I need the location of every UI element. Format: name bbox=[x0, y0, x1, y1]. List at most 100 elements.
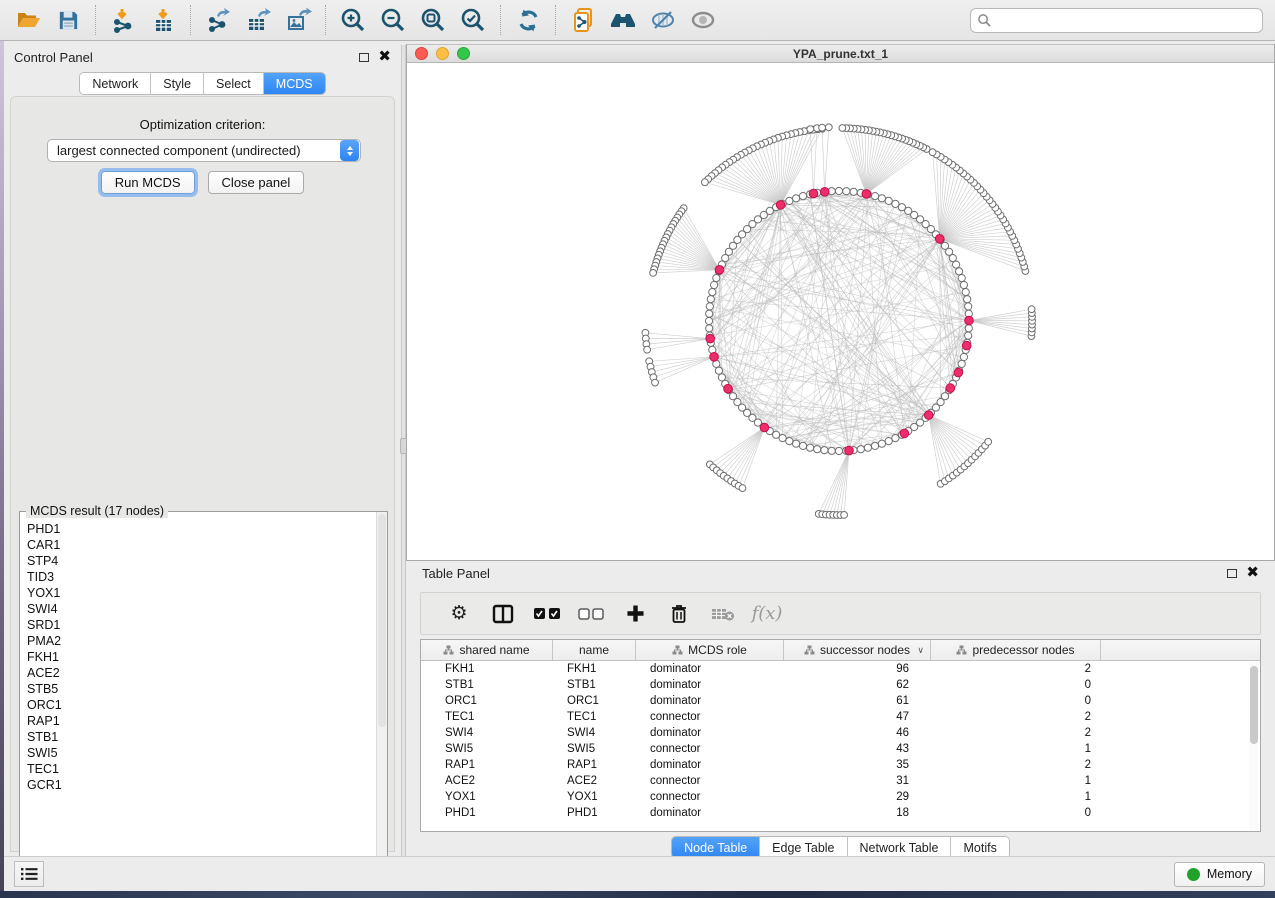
select-all-button[interactable] bbox=[525, 607, 569, 620]
function-builder-button[interactable]: f(x) bbox=[745, 603, 789, 624]
close-panel-icon[interactable]: ✖ bbox=[378, 52, 391, 62]
zoom-fit-button[interactable] bbox=[413, 3, 453, 37]
table-panel: Table Panel ✖ ⚙ bbox=[406, 561, 1275, 856]
table-panel-title: Table Panel bbox=[422, 566, 490, 581]
tab-node-table[interactable]: Node Table bbox=[672, 837, 760, 858]
run-mcds-button[interactable]: Run MCDS bbox=[101, 171, 195, 194]
tab-edge-table[interactable]: Edge Table bbox=[760, 837, 847, 858]
mcds-result-item[interactable]: YOX1 bbox=[27, 585, 375, 601]
delete-column-button[interactable] bbox=[657, 603, 701, 624]
table-row[interactable]: STB1STB1dominator620 bbox=[421, 677, 1260, 693]
table-row[interactable]: FKH1FKH1dominator962 bbox=[421, 661, 1260, 677]
show-columns-button[interactable] bbox=[481, 604, 525, 624]
columns-icon bbox=[492, 604, 514, 624]
mcds-result-item[interactable]: FKH1 bbox=[27, 649, 375, 665]
first-neighbors-button[interactable] bbox=[603, 3, 643, 37]
toolbar-separator bbox=[555, 5, 556, 35]
table-row[interactable]: YOX1YOX1connector291 bbox=[421, 789, 1260, 805]
delete-table-button[interactable] bbox=[701, 606, 745, 622]
tab-mcds[interactable]: MCDS bbox=[264, 73, 325, 94]
tab-select[interactable]: Select bbox=[204, 73, 264, 94]
mcds-result-item[interactable]: TID3 bbox=[27, 569, 375, 585]
add-column-button[interactable] bbox=[613, 604, 657, 623]
deselect-all-button[interactable] bbox=[569, 608, 613, 620]
network-window-titlebar[interactable]: YPA_prune.txt_1 bbox=[407, 44, 1274, 63]
mcds-result-item[interactable]: STB5 bbox=[27, 681, 375, 697]
export-network-button[interactable] bbox=[198, 3, 238, 37]
network-graph[interactable] bbox=[407, 63, 1274, 559]
show-all-button[interactable] bbox=[683, 3, 723, 37]
table-cell: 61 bbox=[784, 695, 931, 707]
close-panel-icon[interactable]: ✖ bbox=[1246, 568, 1259, 578]
namespace-icon bbox=[956, 645, 967, 655]
mcds-result-item[interactable]: PHD1 bbox=[27, 521, 375, 537]
namespace-icon bbox=[443, 645, 454, 655]
mcds-result-item[interactable]: ORC1 bbox=[27, 697, 375, 713]
column-header-successor-nodes[interactable]: successor nodes∨ bbox=[784, 640, 931, 660]
mcds-result-item[interactable]: GCR1 bbox=[27, 777, 375, 793]
hide-selected-button[interactable] bbox=[643, 3, 683, 37]
tab-network-table[interactable]: Network Table bbox=[848, 837, 952, 858]
mcds-result-list[interactable]: PHD1CAR1STP4TID3YOX1SWI4SRD1PMA2FKH1ACE2… bbox=[21, 515, 375, 879]
network-from-selection-button[interactable] bbox=[563, 3, 603, 37]
memory-button[interactable]: Memory bbox=[1174, 862, 1265, 887]
column-header-MCDS-role[interactable]: MCDS role bbox=[636, 640, 784, 660]
mcds-result-item[interactable]: SWI5 bbox=[27, 745, 375, 761]
mcds-result-item[interactable]: STB1 bbox=[27, 729, 375, 745]
optimization-criterion-select[interactable]: largest connected component (undirected) bbox=[47, 139, 361, 162]
table-settings-button[interactable]: ⚙ bbox=[437, 602, 481, 625]
mcds-result-item[interactable]: RAP1 bbox=[27, 713, 375, 729]
search-icon bbox=[977, 13, 992, 28]
search-field[interactable] bbox=[970, 8, 1263, 33]
table-cell: TEC1 bbox=[553, 711, 636, 723]
mcds-result-item[interactable]: TEC1 bbox=[27, 761, 375, 777]
checked-boxes-icon bbox=[533, 607, 561, 620]
table-row[interactable]: ACE2ACE2connector311 bbox=[421, 773, 1260, 789]
import-table-button[interactable] bbox=[143, 3, 183, 37]
tab-network[interactable]: Network bbox=[80, 73, 151, 94]
table-cell: 2 bbox=[931, 759, 1101, 771]
network-canvas[interactable] bbox=[407, 63, 1274, 559]
table-cell: STB1 bbox=[421, 679, 553, 691]
table-row[interactable]: SWI4SWI4dominator462 bbox=[421, 725, 1260, 741]
mcds-result-item[interactable]: SWI4 bbox=[27, 601, 375, 617]
export-table-button[interactable] bbox=[238, 3, 278, 37]
main-toolbar bbox=[0, 0, 1275, 41]
table-row[interactable]: TEC1TEC1connector472 bbox=[421, 709, 1260, 725]
refresh-button[interactable] bbox=[508, 3, 548, 37]
mcds-list-scrollbar[interactable] bbox=[376, 512, 387, 880]
open-file-button[interactable] bbox=[8, 3, 48, 37]
close-panel-button[interactable]: Close panel bbox=[208, 171, 305, 194]
task-history-button[interactable] bbox=[14, 861, 44, 887]
node-table-header: shared namenameMCDS rolesuccessor nodes∨… bbox=[421, 640, 1260, 661]
table-row[interactable]: RAP1RAP1dominator352 bbox=[421, 757, 1260, 773]
plus-icon bbox=[626, 604, 645, 623]
zoom-out-button[interactable] bbox=[373, 3, 413, 37]
float-panel-icon[interactable] bbox=[1227, 569, 1237, 578]
mcds-result-item[interactable]: STP4 bbox=[27, 553, 375, 569]
save-session-button[interactable] bbox=[48, 3, 88, 37]
mcds-result-item[interactable]: SRD1 bbox=[27, 617, 375, 633]
namespace-icon bbox=[804, 645, 815, 655]
export-image-button[interactable] bbox=[278, 3, 318, 37]
column-header-shared-name[interactable]: shared name bbox=[421, 640, 553, 660]
mcds-result-item[interactable]: ACE2 bbox=[27, 665, 375, 681]
tab-motifs[interactable]: Motifs bbox=[951, 837, 1008, 858]
table-row[interactable]: SWI5SWI5connector431 bbox=[421, 741, 1260, 757]
column-header-name[interactable]: name bbox=[553, 640, 636, 660]
zoom-selected-button[interactable] bbox=[453, 3, 493, 37]
zoom-selected-icon bbox=[459, 6, 487, 34]
table-cell: STB1 bbox=[553, 679, 636, 691]
float-panel-icon[interactable] bbox=[359, 53, 369, 62]
table-scrollbar[interactable] bbox=[1249, 662, 1259, 830]
table-row[interactable]: PHD1PHD1dominator180 bbox=[421, 805, 1260, 821]
mcds-result-item[interactable]: CAR1 bbox=[27, 537, 375, 553]
search-input[interactable] bbox=[992, 13, 1256, 27]
tab-style[interactable]: Style bbox=[151, 73, 204, 94]
column-header-predecessor-nodes[interactable]: predecessor nodes bbox=[931, 640, 1101, 660]
export-image-icon bbox=[285, 7, 312, 34]
import-network-button[interactable] bbox=[103, 3, 143, 37]
zoom-in-button[interactable] bbox=[333, 3, 373, 37]
table-row[interactable]: ORC1ORC1dominator610 bbox=[421, 693, 1260, 709]
mcds-result-item[interactable]: PMA2 bbox=[27, 633, 375, 649]
